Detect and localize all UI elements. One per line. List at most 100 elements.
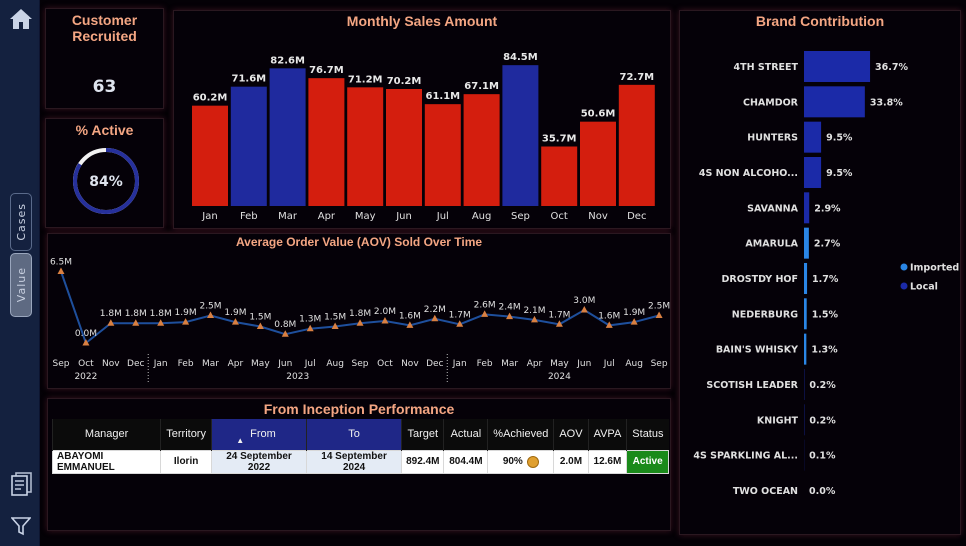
brand-name-knight: KNIGHT — [757, 415, 799, 426]
achieved-indicator-icon — [526, 455, 539, 468]
aov-x-tick-7: Apr — [228, 359, 244, 369]
aov-x-tick-3: Dec — [127, 359, 144, 369]
aov-x-tick-16: Jan — [452, 359, 467, 369]
brand-name-drostdy-hof: DROSTDY HOF — [722, 274, 799, 285]
brand-bar-amarula — [804, 227, 809, 259]
bar-mar — [269, 68, 306, 206]
brand-bar-savanna — [804, 192, 810, 224]
aov-point-21 — [580, 306, 588, 313]
legend-marker-imported — [900, 263, 908, 271]
brand-bar-drostdy-hof — [804, 262, 808, 294]
aov-label-16: 1.7M — [449, 310, 471, 320]
bar-label-apr: 76.7M — [309, 65, 344, 76]
bar-label-aug: 67.1M — [464, 81, 499, 92]
achieved-value: 90% — [502, 456, 523, 467]
col-avpa[interactable]: AVPA — [587, 419, 627, 450]
col-aov[interactable]: AOV — [553, 419, 589, 450]
x-tick-oct: Oct — [551, 211, 568, 222]
brand-bar-4s-non-alcoho- — [804, 156, 822, 188]
col-achieved[interactable]: %Achieved — [487, 419, 554, 450]
brand-value-4s-sparkling-al-: 0.1% — [809, 451, 836, 462]
aov-label-21: 3.0M — [573, 296, 595, 306]
sort-up-icon[interactable]: ▲ — [236, 436, 244, 445]
aov-x-tick-1: Oct — [78, 359, 94, 369]
cell-actual: 804.4M — [443, 449, 489, 474]
inception-title: From Inception Performance — [263, 401, 455, 417]
brand-bar-hunters — [804, 121, 822, 153]
bar-label-mar: 82.6M — [270, 55, 305, 66]
status-badge: Active — [626, 449, 669, 474]
cell-from: 24 September 2022 — [210, 449, 308, 474]
brand-plot: 4TH STREET 36.7% CHAMDOR 33.8% HUNTERS 9.5% 4S… — [693, 51, 959, 497]
brand-name-two-ocean: TWO OCEAN — [733, 486, 798, 497]
x-tick-may: May — [355, 211, 376, 222]
brand-name-4s-sparkling-al-: 4S SPARKLING AL... — [693, 451, 798, 462]
brand-value-4s-non-alcoho-: 9.5% — [826, 168, 853, 179]
brand-bar-nederburg — [804, 298, 807, 330]
aov-label-22: 1.6M — [598, 311, 620, 321]
aov-x-tick-21: Jun — [576, 359, 591, 369]
col-target[interactable]: Target — [401, 419, 444, 450]
percent-active-value: 84% — [89, 174, 123, 190]
brand-name-4th-street: 4TH STREET — [734, 62, 799, 73]
aov-label-13: 2.0M — [374, 307, 396, 317]
col-manager[interactable]: Manager — [51, 419, 161, 450]
aov-x-tick-6: Mar — [202, 359, 219, 369]
aov-label-5: 1.9M — [175, 308, 197, 318]
inception-performance-card: From Inception Performance Manager Terri… — [47, 398, 671, 531]
aov-point-0 — [57, 267, 65, 274]
document-icon[interactable] — [11, 472, 33, 496]
aov-label-15: 2.2M — [424, 305, 446, 315]
brand-bar-chamdor — [804, 86, 865, 118]
bar-jan — [192, 105, 228, 206]
brand-name-savanna: SAVANNA — [747, 203, 799, 214]
aov-x-tick-15: Dec — [426, 359, 443, 369]
value-toggle[interactable]: Value — [10, 253, 32, 317]
bar-label-jul: 61.1M — [425, 91, 460, 102]
brand-name-scotish-leader: SCOTISH LEADER — [706, 380, 798, 391]
aov-x-tick-5: Feb — [178, 359, 194, 369]
table-row[interactable]: ABAYOMI EMMANUEL Ilorin 24 September 202… — [51, 449, 669, 474]
brand-value-bain-s-whisky: 1.3% — [811, 345, 838, 356]
aov-label-20: 1.7M — [548, 310, 570, 320]
legend-label-local: Local — [910, 282, 938, 293]
aov-x-tick-8: May — [251, 359, 270, 369]
aov-x-tick-2: Nov — [102, 359, 120, 369]
brand-value-chamdor: 33.8% — [870, 97, 903, 108]
aov-point-15 — [431, 314, 439, 322]
percent-active-card: % Active 84% — [45, 118, 164, 228]
aov-label-9: 0.8M — [274, 320, 296, 330]
bar-label-may: 71.2M — [348, 74, 383, 85]
cases-toggle[interactable]: Cases — [10, 193, 32, 251]
aov-label-19: 2.1M — [523, 306, 545, 316]
aov-label-17: 2.6M — [474, 300, 496, 310]
aov-x-tick-14: Nov — [401, 359, 419, 369]
col-territory[interactable]: Territory — [160, 419, 212, 450]
col-status[interactable]: Status — [626, 419, 669, 450]
brand-value-drostdy-hof: 1.7% — [812, 274, 839, 285]
percent-active-gauge: 84% — [73, 148, 139, 214]
brand-value-savanna: 2.9% — [814, 203, 841, 214]
aov-label-8: 1.5M — [249, 313, 271, 323]
x-tick-mar: Mar — [278, 211, 298, 222]
cases-toggle-label: Cases — [14, 203, 28, 241]
aov-point-6 — [207, 311, 215, 318]
x-tick-jan: Jan — [201, 211, 217, 222]
bar-may — [347, 87, 384, 206]
col-to[interactable]: To — [306, 419, 402, 450]
col-actual[interactable]: Actual — [443, 419, 488, 450]
home-icon[interactable] — [9, 8, 33, 30]
bar-label-jan: 60.2M — [193, 93, 228, 104]
bar-label-feb: 71.6M — [231, 74, 266, 85]
filter-icon[interactable] — [11, 516, 31, 536]
x-tick-apr: Apr — [318, 211, 336, 222]
col-from[interactable]: ▲ From — [210, 419, 307, 450]
aov-label-14: 1.6M — [399, 311, 421, 321]
aov-x-tick-24: Sep — [651, 359, 668, 369]
aov-label-1: 0.0M — [75, 329, 97, 339]
aov-label-0: 6.5M — [50, 258, 72, 268]
col-from-label: From — [250, 428, 276, 441]
bar-feb — [230, 86, 267, 206]
aov-x-tick-20: May — [550, 359, 569, 369]
aov-x-tick-23: Aug — [625, 359, 643, 369]
